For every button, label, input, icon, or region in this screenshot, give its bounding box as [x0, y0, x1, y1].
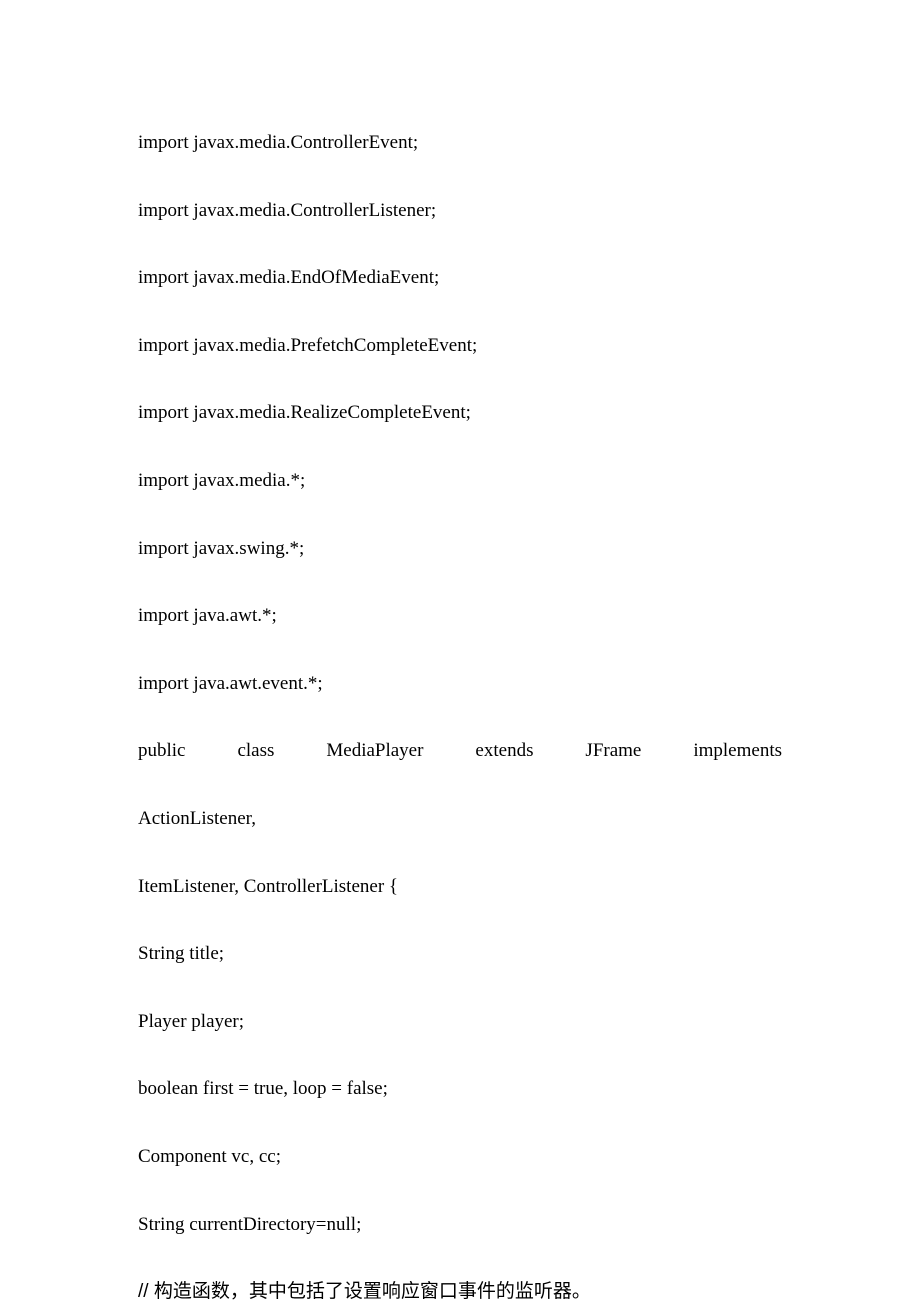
code-line: ActionListener, [138, 806, 782, 833]
code-line: import javax.media.ControllerEvent; [138, 130, 782, 157]
code-line: String title; [138, 941, 782, 968]
code-line: boolean first = true, loop = false; [138, 1076, 782, 1103]
code-line: import javax.media.RealizeCompleteEvent; [138, 400, 782, 427]
code-line: import javax.media.*; [138, 468, 782, 495]
code-line: ItemListener, ControllerListener { [138, 874, 782, 901]
code-line: import javax.swing.*; [138, 536, 782, 563]
code-line: Player player; [138, 1009, 782, 1036]
code-line: import javax.media.ControllerListener; [138, 198, 782, 225]
code-line: import javax.media.EndOfMediaEvent; [138, 265, 782, 292]
code-line: import java.awt.event.*; [138, 671, 782, 698]
code-line: import java.awt.*; [138, 603, 782, 630]
code-line: String currentDirectory=null; [138, 1212, 782, 1239]
code-line: import javax.media.PrefetchCompleteEvent… [138, 333, 782, 360]
code-line: Component vc, cc; [138, 1144, 782, 1171]
code-line: public class MediaPlayer extends JFrame … [138, 738, 782, 765]
